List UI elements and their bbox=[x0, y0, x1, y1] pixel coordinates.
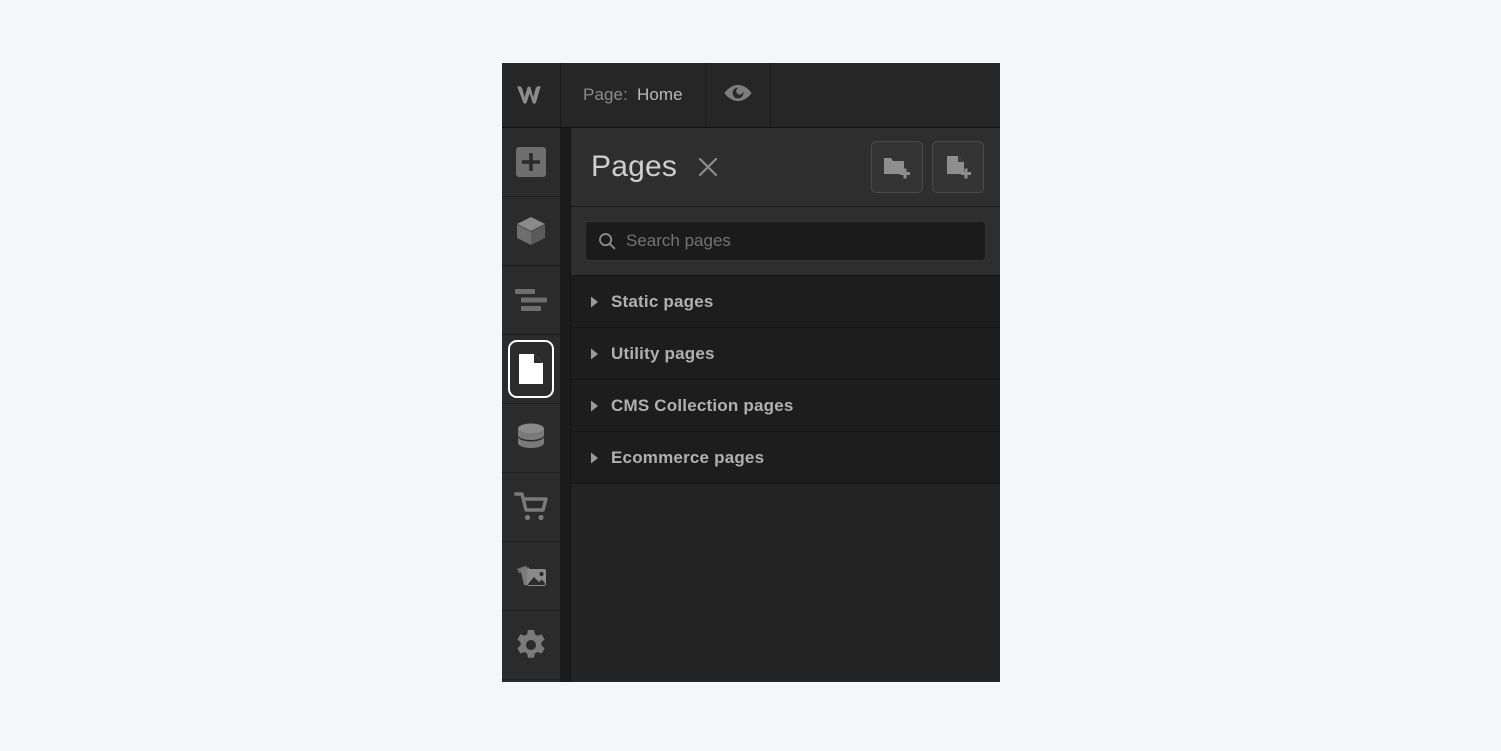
chevron-right-icon[interactable] bbox=[589, 296, 599, 308]
top-bar-empty-area bbox=[770, 63, 1000, 127]
page-group-row[interactable]: Static pages bbox=[571, 276, 1000, 328]
page-name-value: Home bbox=[636, 85, 683, 104]
designer-body: Pages Search pages Static pages Utility … bbox=[502, 128, 1000, 682]
chevron-right-icon[interactable] bbox=[589, 452, 599, 464]
folder-plus-icon bbox=[882, 154, 912, 180]
search-icon bbox=[598, 232, 616, 250]
sidebar-item-cms[interactable] bbox=[502, 404, 560, 473]
new-folder-button[interactable] bbox=[871, 141, 923, 193]
page-group-row[interactable]: CMS Collection pages bbox=[571, 380, 1000, 432]
images-icon bbox=[514, 562, 548, 590]
panel-resize-gutter[interactable] bbox=[560, 128, 570, 682]
close-icon[interactable] bbox=[693, 152, 723, 182]
page-plus-icon bbox=[943, 154, 973, 180]
page-group-row[interactable]: Utility pages bbox=[571, 328, 1000, 380]
plus-square-icon bbox=[514, 145, 548, 179]
sidebar-item-ecommerce[interactable] bbox=[502, 473, 560, 542]
page-label: Page: bbox=[583, 85, 628, 104]
current-page-indicator[interactable]: Page: Home bbox=[561, 63, 706, 127]
search-input[interactable] bbox=[626, 231, 973, 251]
database-icon bbox=[514, 422, 548, 454]
navigator-lines-icon bbox=[514, 287, 548, 313]
left-toolbar-rail bbox=[502, 128, 560, 682]
shopping-cart-icon bbox=[514, 491, 548, 523]
chevron-right-icon[interactable] bbox=[589, 348, 599, 360]
pages-search-area bbox=[571, 207, 1000, 276]
webflow-designer-window: Page: Home Pages Search pages Static pag… bbox=[502, 63, 1000, 682]
sidebar-item-settings[interactable] bbox=[502, 611, 560, 680]
page-group-row[interactable]: Ecommerce pages bbox=[571, 432, 1000, 484]
page-group-label: CMS Collection pages bbox=[611, 395, 794, 415]
gear-icon bbox=[515, 629, 547, 661]
sidebar-item-assets[interactable] bbox=[502, 542, 560, 611]
search-box[interactable] bbox=[585, 221, 986, 261]
pages-list: Static pages Utility pages CMS Collectio… bbox=[571, 276, 1000, 682]
webflow-w-logo-icon bbox=[515, 83, 547, 107]
webflow-logo-button[interactable] bbox=[502, 63, 561, 127]
top-bar: Page: Home bbox=[502, 63, 1000, 128]
cube-icon bbox=[514, 214, 548, 248]
pages-list-empty-area bbox=[571, 484, 1000, 682]
new-page-button[interactable] bbox=[932, 141, 984, 193]
pages-panel-header: Pages bbox=[571, 128, 1000, 207]
pages-panel: Pages Search pages Static pages Utility … bbox=[570, 128, 1000, 682]
page-title: Pages bbox=[591, 150, 678, 183]
page-group-label: Static pages bbox=[611, 291, 714, 311]
preview-toggle-button[interactable] bbox=[706, 63, 771, 127]
chevron-right-icon[interactable] bbox=[589, 400, 599, 412]
page-document-icon bbox=[508, 340, 554, 398]
sidebar-item-navigator[interactable] bbox=[502, 266, 560, 335]
page-group-label: Utility pages bbox=[611, 343, 715, 363]
eye-icon bbox=[723, 82, 753, 109]
sidebar-item-pages[interactable] bbox=[502, 335, 560, 404]
sidebar-item-components[interactable] bbox=[502, 197, 560, 266]
page-group-label: Ecommerce pages bbox=[611, 447, 765, 467]
sidebar-item-add[interactable] bbox=[502, 128, 560, 197]
